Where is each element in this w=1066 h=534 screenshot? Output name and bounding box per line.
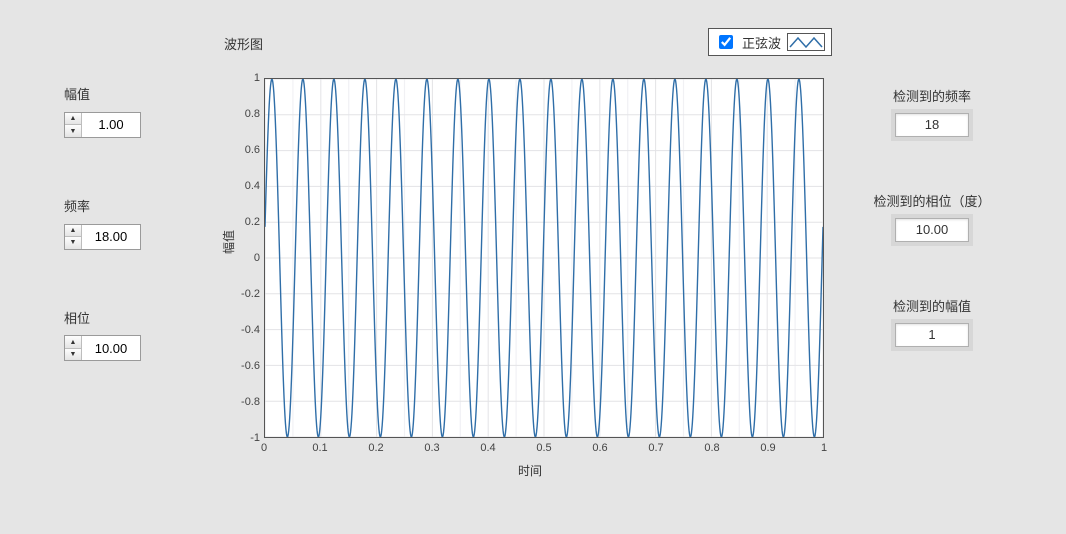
chart-title: 波形图: [224, 34, 263, 53]
phase-spin: ▲ ▼: [65, 336, 82, 360]
frequency-input[interactable]: [82, 225, 140, 249]
front-panel: { "inputs": { "amplitude": { "label": "幅…: [0, 0, 1066, 534]
phase-input[interactable]: [82, 336, 140, 360]
x-tick: 0.3: [424, 442, 439, 454]
amplitude-stepper[interactable]: ▲ ▼: [64, 112, 141, 138]
plot-svg: [265, 79, 823, 437]
frequency-label: 频率: [64, 196, 204, 215]
frequency-stepper[interactable]: ▲ ▼: [64, 224, 141, 250]
phase-stepper[interactable]: ▲ ▼: [64, 335, 141, 361]
plot-area[interactable]: [264, 78, 824, 438]
y-tick: 1: [226, 72, 260, 84]
legend-checkbox[interactable]: [719, 35, 733, 49]
detected-frequency-value: 18: [895, 113, 969, 137]
x-tick: 0: [261, 442, 267, 454]
detected-phase-value: 10.00: [895, 218, 969, 242]
input-controls: 幅值 ▲ ▼ 频率 ▲ ▼ 相位 ▲: [64, 84, 204, 419]
amplitude-spin: ▲ ▼: [65, 113, 82, 137]
x-tick: 1: [821, 442, 827, 454]
phase-label: 相位: [64, 308, 204, 327]
phase-control: 相位 ▲ ▼: [64, 308, 204, 362]
y-axis-label: 幅值: [220, 230, 237, 254]
spin-up-icon[interactable]: ▲: [65, 336, 81, 349]
legend-label: 正弦波: [742, 33, 781, 52]
x-tick: 0.6: [592, 442, 607, 454]
detected-amplitude-group: 检测到的幅值 1: [852, 296, 1012, 347]
legend-swatch-icon: [787, 33, 825, 51]
x-tick: 0.4: [480, 442, 495, 454]
amplitude-label: 幅值: [64, 84, 204, 103]
detected-amplitude-label: 检测到的幅值: [852, 296, 1012, 315]
x-tick: 0.9: [760, 442, 775, 454]
amplitude-input[interactable]: [82, 113, 140, 137]
frequency-spin: ▲ ▼: [65, 225, 82, 249]
spin-down-icon[interactable]: ▼: [65, 125, 81, 137]
x-tick: 0.7: [648, 442, 663, 454]
x-tick: 0.2: [368, 442, 383, 454]
detected-amplitude-value: 1: [895, 323, 969, 347]
x-tick: 0.5: [536, 442, 551, 454]
x-tick: 0.8: [704, 442, 719, 454]
amplitude-control: 幅值 ▲ ▼: [64, 84, 204, 138]
y-tick: -1: [226, 432, 260, 444]
x-axis-label: 时间: [224, 462, 836, 479]
y-tick: -0.2: [226, 288, 260, 300]
frequency-control: 频率 ▲ ▼: [64, 196, 204, 250]
spin-down-icon[interactable]: ▼: [65, 349, 81, 361]
spin-up-icon[interactable]: ▲: [65, 225, 81, 238]
y-tick: 0.2: [226, 216, 260, 228]
y-tick: 0.4: [226, 180, 260, 192]
y-tick: 0.6: [226, 144, 260, 156]
detected-phase-group: 检测到的相位（度） 10.00: [852, 191, 1012, 242]
x-tick: 0.1: [312, 442, 327, 454]
detected-frequency-label: 检测到的频率: [852, 86, 1012, 105]
y-tick: -0.6: [226, 360, 260, 372]
y-tick: 0: [226, 252, 260, 264]
detected-phase-label: 检测到的相位（度）: [852, 191, 1012, 210]
chart-legend: 正弦波: [708, 28, 832, 56]
output-indicators: 检测到的频率 18 检测到的相位（度） 10.00 检测到的幅值 1: [852, 86, 1012, 401]
detected-frequency-group: 检测到的频率 18: [852, 86, 1012, 137]
y-tick: -0.4: [226, 324, 260, 336]
waveform-chart: 波形图 正弦波 幅值 时间 10.80.60.40.20-0.2-0.4-0.6…: [224, 34, 836, 490]
y-tick: 0.8: [226, 108, 260, 120]
spin-up-icon[interactable]: ▲: [65, 113, 81, 126]
y-tick: -0.8: [226, 396, 260, 408]
spin-down-icon[interactable]: ▼: [65, 237, 81, 249]
